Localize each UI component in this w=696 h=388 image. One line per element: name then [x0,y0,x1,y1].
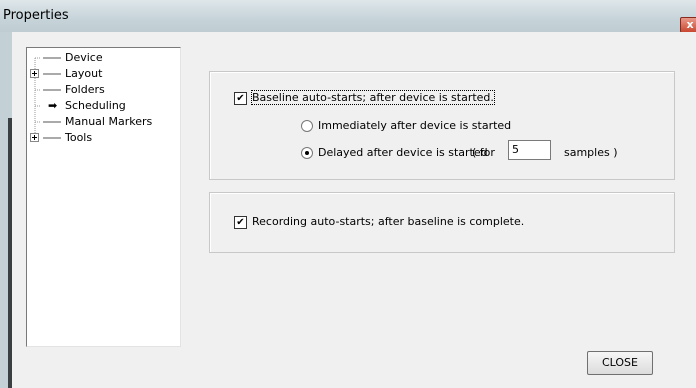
tree-item-scheduling[interactable]: ➡ Scheduling [27,98,177,114]
baseline-checkbox-label[interactable]: Baseline auto-starts; after device is st… [251,90,495,105]
immediate-radio[interactable] [301,120,313,132]
dialog-client-area: Device Layout Folders ➡ Scheduling Manua… [12,32,696,388]
delayed-radio[interactable] [301,147,313,159]
tree-item-device[interactable]: Device [27,50,177,66]
tree-item-label: Layout [65,67,103,80]
for-prefix-label: ( for [472,146,495,159]
baseline-group: ✔ Baseline auto-starts; after device is … [209,71,675,180]
expand-plus-icon[interactable] [30,69,40,79]
tree-item-label: Folders [65,83,105,96]
properties-dialog: Properties x Device Layout Folders ➡ Sch… [0,0,696,388]
tree-item-label: Scheduling [65,99,126,112]
radio-selected-dot [305,151,309,155]
baseline-checkbox[interactable]: ✔ [234,92,247,105]
tree-item-label: Device [65,51,103,64]
close-button[interactable]: CLOSE [587,351,653,375]
expand-plus-icon[interactable] [30,133,40,143]
recording-group: ✔ Recording auto-starts; after baseline … [209,192,675,253]
settings-tree: Device Layout Folders ➡ Scheduling Manua… [26,47,181,347]
tree-item-layout[interactable]: Layout [27,66,177,82]
delayed-radio-label[interactable]: Delayed after device is started [318,146,488,159]
arrow-right-icon: ➡ [48,99,58,112]
tree-item-label: Tools [65,131,93,144]
samples-suffix-label: samples ) [564,146,618,159]
recording-checkbox-label[interactable]: Recording auto-starts; after baseline is… [252,215,524,228]
tree-item-manual-markers[interactable]: Manual Markers [27,114,177,130]
title-bar: Properties x [0,0,696,34]
tree-item-folders[interactable]: Folders [27,82,177,98]
tree-item-label: Manual Markers [65,115,153,128]
samples-input[interactable]: 5 [508,140,551,160]
tree-item-tools[interactable]: Tools [27,130,177,146]
recording-checkbox[interactable]: ✔ [234,216,247,229]
window-title: Properties [3,8,69,23]
immediate-radio-label[interactable]: Immediately after device is started [318,119,511,132]
